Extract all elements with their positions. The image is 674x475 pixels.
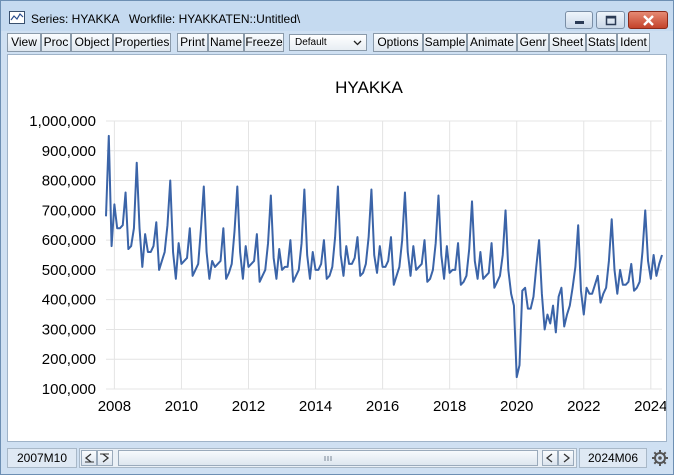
ident-button[interactable]: Ident — [617, 33, 650, 52]
y-tick-label: 700,000 — [42, 202, 96, 219]
close-icon — [643, 15, 654, 26]
close-button[interactable] — [628, 11, 668, 29]
freeze-button[interactable]: Freeze — [244, 33, 284, 52]
properties-button[interactable]: Properties — [113, 33, 171, 52]
x-tick-label: 2014 — [299, 398, 332, 415]
arrow-right-icon — [100, 453, 110, 463]
scroll-end-right-button[interactable] — [558, 450, 574, 466]
y-tick-label: 100,000 — [42, 381, 96, 398]
maximize-button[interactable] — [596, 11, 625, 29]
line-chart: HYAKKA 100,000 200,000 300,000 400,000 500,0… — [29, 78, 666, 415]
title-bar[interactable]: Series: HYAKKA Workfile: HYAKKATEN::Unti… — [1, 1, 673, 31]
window-title: Series: HYAKKA Workfile: HYAKKATEN::Unti… — [31, 12, 301, 26]
chart-area: HYAKKA 100,000 200,000 300,000 400,000 500,0… — [7, 54, 667, 442]
chevron-down-icon — [353, 40, 362, 46]
scroll-left-button[interactable] — [81, 450, 97, 466]
series-chart-icon — [9, 11, 25, 24]
minimize-button[interactable] — [565, 11, 593, 29]
arrow-right-icon — [563, 453, 571, 463]
maximize-icon — [605, 15, 617, 26]
x-tick-label: 2016 — [366, 398, 399, 415]
arrow-left-icon — [84, 453, 94, 463]
sample-end-date: 2024M06 — [579, 448, 647, 468]
arrow-left-icon — [545, 453, 553, 463]
sample-scroll-bar: 2007M10 2024M06 — [7, 447, 669, 471]
graph-template-combo[interactable]: Default — [289, 34, 367, 51]
toolbar: View Proc Object Properties Print Name F… — [7, 33, 669, 53]
series-line-hyakka — [105, 134, 663, 379]
name-button[interactable]: Name — [208, 33, 244, 52]
y-tick-label: 500,000 — [42, 262, 96, 279]
x-tick-label: 2012 — [232, 398, 265, 415]
scroll-thumb[interactable] — [118, 450, 538, 466]
y-tick-label: 800,000 — [42, 173, 96, 190]
x-tick-label: 2008 — [98, 398, 131, 415]
object-button[interactable]: Object — [71, 33, 113, 52]
y-tick-label: 1,000,000 — [29, 113, 96, 130]
x-tick-label: 2022 — [567, 398, 600, 415]
sheet-button[interactable]: Sheet — [549, 33, 586, 52]
genr-button[interactable]: Genr — [517, 33, 549, 52]
gear-icon[interactable] — [651, 449, 669, 467]
proc-button[interactable]: Proc — [41, 33, 71, 52]
sample-button[interactable]: Sample — [423, 33, 467, 52]
y-tick-label: 400,000 — [42, 292, 96, 309]
graph-template-value: Default — [295, 37, 327, 48]
x-tick-label: 2018 — [433, 398, 466, 415]
y-tick-label: 300,000 — [42, 321, 96, 338]
sample-start-date: 2007M10 — [7, 448, 77, 468]
x-tick-label: 2010 — [165, 398, 198, 415]
y-tick-label: 200,000 — [42, 351, 96, 368]
x-tick-label: 2020 — [500, 398, 533, 415]
grip-icon — [324, 456, 332, 461]
view-button[interactable]: View — [7, 33, 41, 52]
x-tick-label: 2024 — [634, 398, 666, 415]
y-tick-label: 900,000 — [42, 143, 96, 160]
sample-scrollbar[interactable] — [79, 448, 577, 468]
y-tick-label: 600,000 — [42, 232, 96, 249]
series-window: Series: HYAKKA Workfile: HYAKKATEN::Unti… — [0, 0, 674, 475]
print-button[interactable]: Print — [177, 33, 208, 52]
options-button[interactable]: Options — [373, 33, 423, 52]
scroll-right-button[interactable] — [97, 450, 113, 466]
chart-title: HYAKKA — [335, 78, 403, 97]
minimize-icon — [575, 21, 584, 24]
animate-button[interactable]: Animate — [467, 33, 517, 52]
stats-button[interactable]: Stats — [586, 33, 617, 52]
scroll-end-left-button[interactable] — [542, 450, 558, 466]
